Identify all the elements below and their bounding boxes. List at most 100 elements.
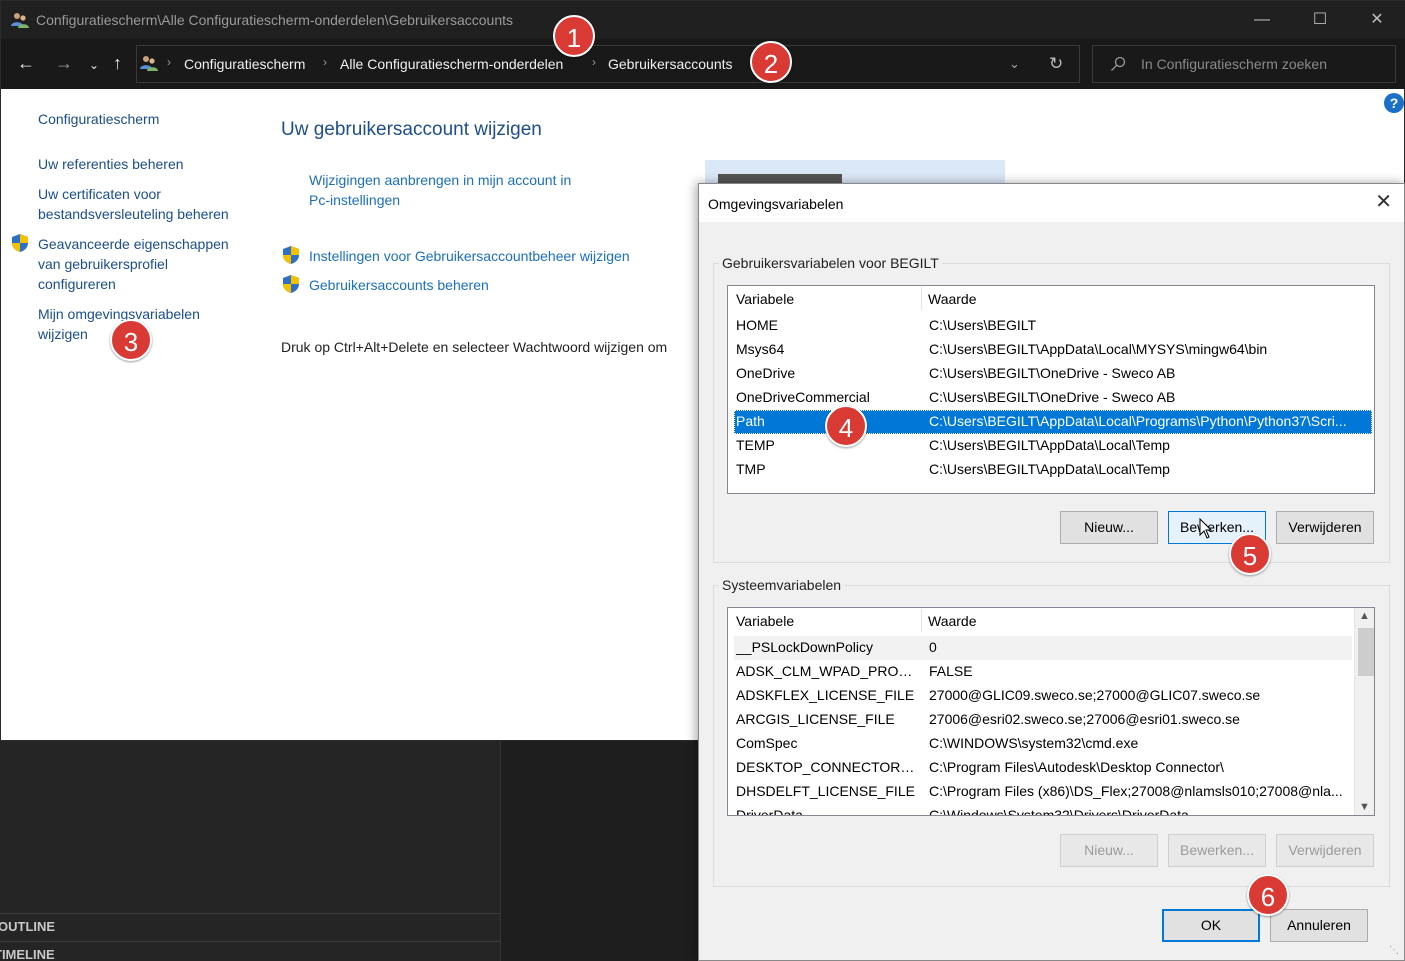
breadcrumb-separator-icon: › [592,55,596,69]
users-icon [11,13,29,28]
variable-name: Msys64 [736,341,785,357]
variable-name: HOME [736,317,778,333]
table-row[interactable]: __PSLockDownPolicy 0 [734,636,1352,660]
user-variables-list[interactable]: Variabele Waarde HOME C:\Users\BEGILT Msy… [727,285,1375,494]
breadcrumb-item-user-accounts[interactable]: Gebruikersaccounts [608,56,733,72]
annotation-badge-3: 3 [110,319,152,361]
link-pc-settings[interactable]: Wijzigingen aanbrengen in mijn account i… [309,170,571,210]
page-title: Uw gebruikersaccount wijzigen [281,119,542,140]
table-row[interactable]: ComSpec C:\WINDOWS\system32\cmd.exe [734,732,1352,756]
search-box[interactable] [1092,45,1396,83]
nav-manage-credentials[interactable]: Uw referenties beheren [38,154,184,174]
variable-name: DriverData [736,807,803,816]
column-header-value[interactable]: Waarde [928,291,977,307]
ok-button[interactable]: OK [1162,909,1260,942]
breadcrumb-item-all-items[interactable]: Alle Configuratiescherm-onderdelen [340,56,563,72]
variable-name: OneDriveCommercial [736,389,870,405]
annotation-badge-2: 2 [750,41,792,83]
table-row[interactable]: ADSK_CLM_WPAD_PROXY... FALSE [734,660,1352,684]
breadcrumb-separator-icon: › [167,55,171,69]
search-icon [1111,56,1126,71]
column-divider[interactable] [921,287,922,310]
annotation-badge-5: 5 [1229,533,1271,575]
variable-name: ADSKFLEX_LICENSE_FILE [736,687,915,703]
close-button[interactable]: ✕ [1348,1,1405,39]
system-variables-list[interactable]: Variabele Waarde __PSLockDownPolicy 0 ADS… [727,607,1375,816]
system-delete-button[interactable]: Verwijderen [1276,834,1374,867]
variable-name: ComSpec [736,735,798,751]
user-new-button[interactable]: Nieuw... [1060,511,1158,544]
table-row[interactable]: ADSKFLEX_LICENSE_FILE 27000@GLIC09.sweco.… [734,684,1352,708]
variable-name: __PSLockDownPolicy [736,639,873,655]
table-row[interactable]: Msys64 C:\Users\BEGILT\AppData\Local\MYSY… [734,338,1372,362]
column-divider[interactable] [921,609,922,632]
outline-label: OUTLINE [0,919,56,934]
window-title: Configuratiescherm\Alle Configuratiesche… [36,12,514,28]
up-arrow-icon[interactable]: ↑ [113,53,122,73]
back-arrow-icon[interactable]: ← [17,53,35,73]
column-header-value[interactable]: Waarde [928,613,977,629]
system-edit-button[interactable]: Bewerken... [1168,834,1266,867]
list-header: Variabele Waarde [728,608,1374,632]
scroll-thumb[interactable] [1358,628,1374,676]
refresh-icon[interactable]: ↻ [1049,54,1063,74]
link-manage-accounts[interactable]: Gebruikersaccounts beheren [309,275,489,295]
timeline-label: TIMELINE [0,947,55,961]
maximize-button[interactable]: ☐ [1291,1,1349,39]
user-delete-button[interactable]: Verwijderen [1276,511,1374,544]
environment-variables-dialog: Omgevingsvariabelen ✕ Gebruikersvariabel… [698,183,1405,961]
scroll-up-icon[interactable]: ▲ [1359,610,1370,622]
outline-section[interactable]: OUTLINE [0,913,501,939]
table-row[interactable]: OneDriveCommercial C:\Users\BEGILT\OneDri… [734,386,1372,410]
uac-shield-icon [283,246,299,264]
table-row[interactable]: TMP C:\Users\BEGILT\AppData\Local\Temp [734,458,1372,482]
variable-value: C:\Users\BEGILT\AppData\Local\MYSYS\ming… [929,341,1268,357]
variable-name: TEMP [736,437,775,453]
variable-name: ADSK_CLM_WPAD_PROXY... [736,663,920,679]
dialog-titlebar: Omgevingsvariabelen ✕ [699,184,1404,222]
forward-arrow-icon[interactable]: → [55,53,73,73]
link-uac-settings[interactable]: Instellingen voor Gebruikersaccountbehee… [309,246,630,266]
variable-name: DESKTOP_CONNECTOR_DIR [736,759,920,775]
variable-value: 27006@esri02.sweco.se;27006@esri01.sweco… [929,711,1240,727]
variable-value: C:\WINDOWS\system32\cmd.exe [929,735,1139,751]
nav-encryption-certificates[interactable]: Uw certificaten voor bestandsversleuteli… [38,184,229,224]
variable-value: 0 [929,639,937,655]
mouse-cursor-icon [1199,518,1213,539]
window-titlebar: Configuratiescherm\Alle Configuratiesche… [1,1,1405,39]
annotation-badge-6: 6 [1247,874,1289,916]
users-location-icon [140,56,158,71]
table-row[interactable]: DESKTOP_CONNECTOR_DIR C:\Program Files\Au… [734,756,1352,780]
variable-name: DHSDELFT_LICENSE_FILE [736,783,915,799]
breadcrumb-item-control-panel[interactable]: Configuratiescherm [184,56,305,72]
variable-value: C:\Users\BEGILT [929,317,1037,333]
recent-locations-chevron-icon[interactable]: ⌄ [89,55,99,75]
dialog-close-icon[interactable]: ✕ [1375,192,1392,212]
search-input[interactable] [1141,54,1381,74]
timeline-section[interactable]: TIMELINE [0,941,501,961]
variable-value: C:\Users\BEGILT\AppData\Local\Programs\P… [929,413,1347,429]
address-dropdown-chevron-icon[interactable]: ⌄ [1009,56,1020,72]
minimize-button[interactable]: — [1233,1,1291,39]
variable-value: C:\Program Files\Autodesk\Desktop Connec… [929,759,1224,775]
help-icon[interactable]: ? [1384,93,1404,113]
table-row[interactable]: DriverData C:\Windows\System32\Drivers\Dr… [734,804,1352,816]
variable-name: TMP [736,461,766,477]
resize-grip-icon[interactable]: ⋱ [1389,945,1401,957]
breadcrumb[interactable]: › Configuratiescherm › Alle Configuratie… [136,45,1080,83]
table-row[interactable]: OneDrive C:\Users\BEGILT\OneDrive - Sweco… [734,362,1372,386]
variable-value: 27000@GLIC09.sweco.se;27000@GLIC07.sweco… [929,687,1261,703]
system-new-button[interactable]: Nieuw... [1060,834,1158,867]
nav-control-panel-home[interactable]: Configuratiescherm [38,109,159,129]
table-row[interactable]: ARCGIS_LICENSE_FILE 27006@esri02.sweco.se… [734,708,1352,732]
column-header-variable[interactable]: Variabele [736,613,794,629]
scroll-down-icon[interactable]: ▼ [1359,801,1370,813]
table-row[interactable]: DHSDELFT_LICENSE_FILE C:\Program Files (x… [734,780,1352,804]
table-row[interactable]: HOME C:\Users\BEGILT [734,314,1372,338]
system-list-scrollbar[interactable]: ▲ ▼ [1354,608,1374,815]
variable-value: C:\Users\BEGILT\AppData\Local\Temp [929,437,1170,453]
cancel-button[interactable]: Annuleren [1270,909,1368,942]
nav-advanced-profile-properties[interactable]: Geavanceerde eigenschappen van gebruiker… [38,234,229,294]
column-header-variable[interactable]: Variabele [736,291,794,307]
system-variables-label: Systeemvariabelen [719,577,845,593]
